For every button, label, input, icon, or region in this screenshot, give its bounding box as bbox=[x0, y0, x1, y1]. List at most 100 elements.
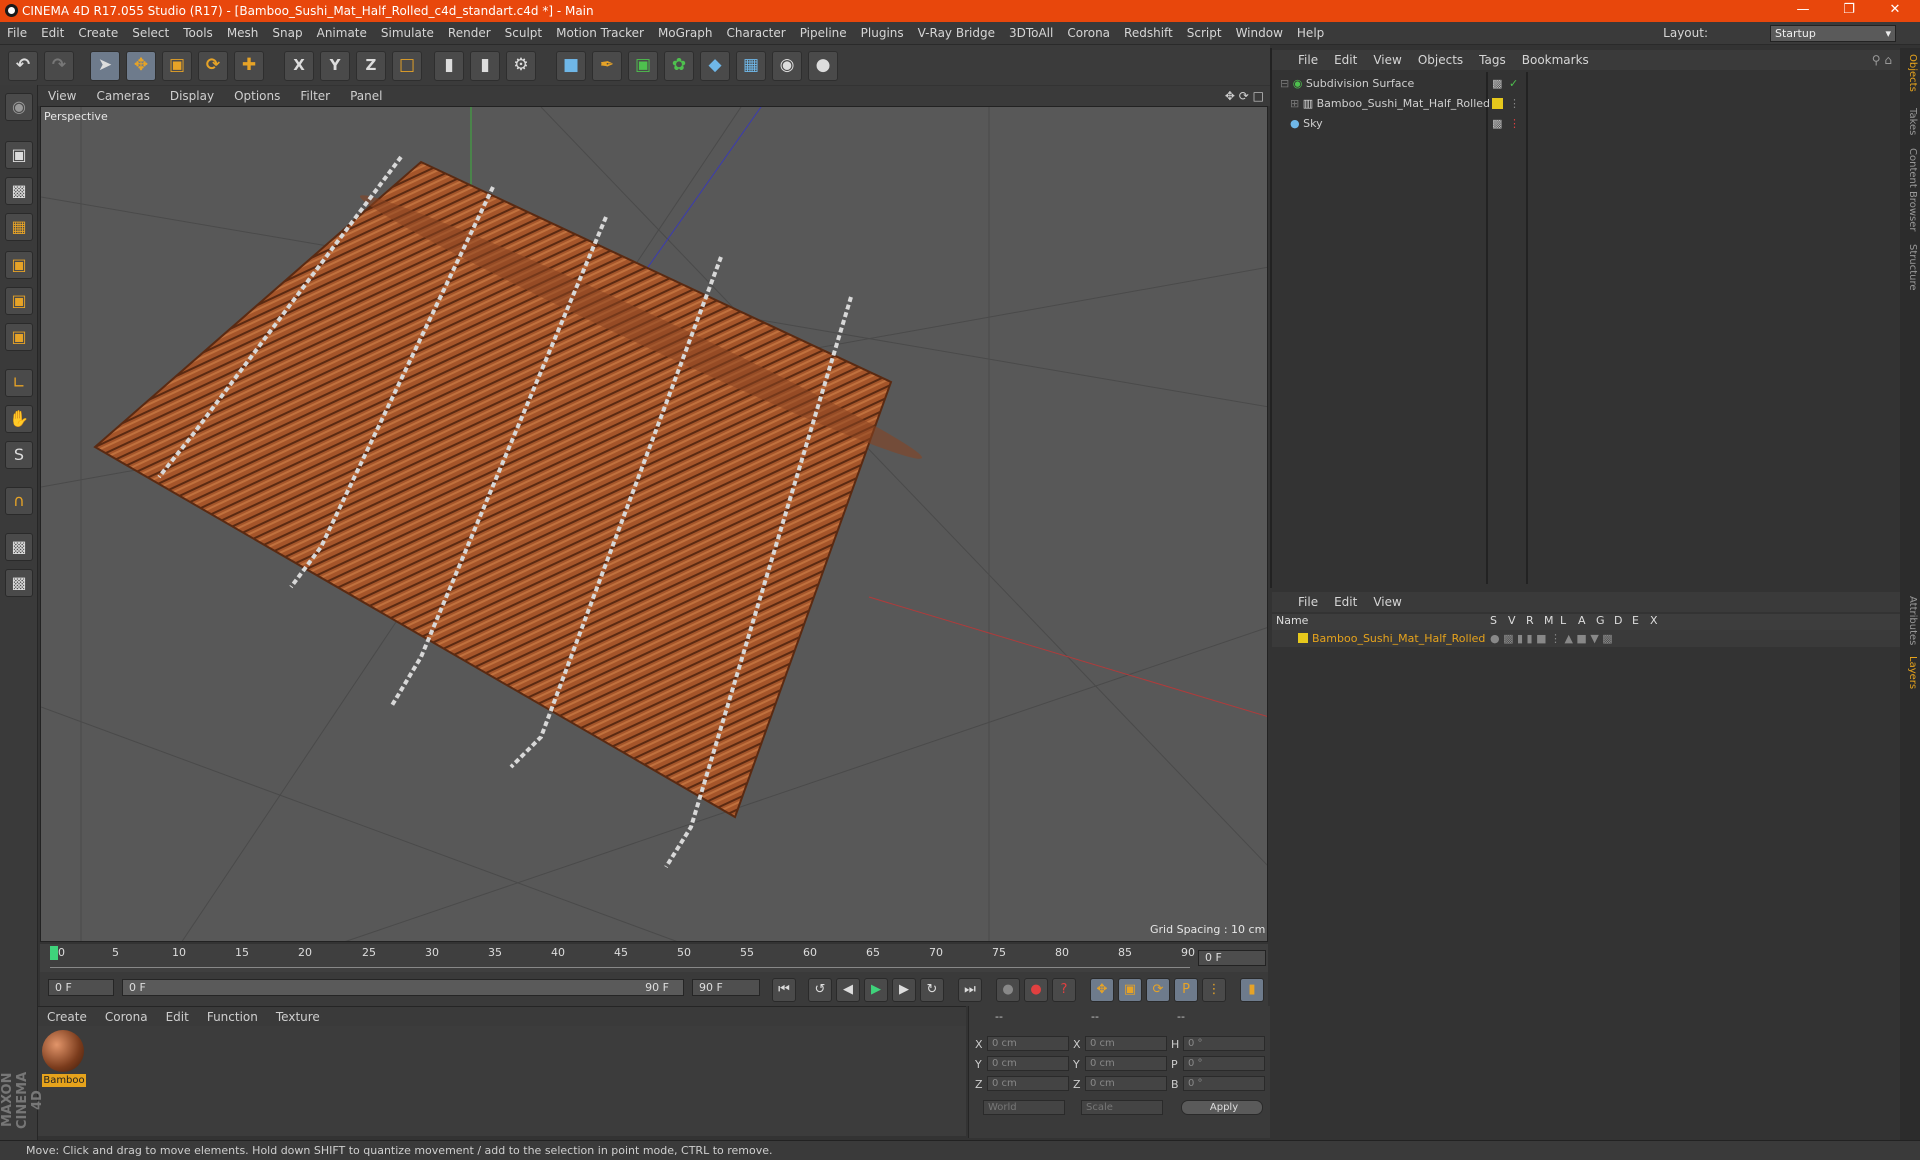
camera-icon[interactable]: ◉ bbox=[772, 51, 802, 81]
render-settings-icon[interactable]: ⚙ bbox=[506, 51, 536, 81]
menu-redshift[interactable]: Redshift bbox=[1117, 26, 1180, 40]
key-parameter-icon[interactable]: P bbox=[1174, 978, 1198, 1002]
tab-content-browser[interactable]: Content Browser bbox=[1902, 148, 1918, 231]
tab-takes[interactable]: Takes bbox=[1902, 108, 1918, 135]
layer-toggle-icons[interactable]: ● ▩ ▮ ▮ ■ ⋮ ▲ ■ ▼ ▩ bbox=[1490, 630, 1613, 647]
position-y-field[interactable]: 0 cm bbox=[987, 1056, 1069, 1071]
layer-color-swatch[interactable] bbox=[1298, 633, 1308, 643]
pen-spline-icon[interactable]: ✒ bbox=[592, 51, 622, 81]
tab-attributes[interactable]: Attributes bbox=[1902, 596, 1918, 645]
object-menu-tags[interactable]: Tags bbox=[1471, 53, 1514, 67]
end-frame-field[interactable]: 90 F bbox=[692, 979, 760, 996]
visibility-dots-icon[interactable]: ⋮ bbox=[1509, 94, 1520, 113]
object-row[interactable]: ⊞ ▥ Bamboo_Sushi_Mat_Half_Rolled ⋮ bbox=[1274, 94, 1896, 113]
viewport-menu-view[interactable]: View bbox=[38, 89, 86, 103]
snap-magnet-icon[interactable]: ∩ bbox=[5, 487, 33, 515]
bamboo-material-preview[interactable] bbox=[42, 1030, 84, 1072]
viewport-menu-filter[interactable]: Filter bbox=[290, 89, 340, 103]
tab-objects[interactable]: Objects bbox=[1902, 54, 1918, 92]
key-position-icon[interactable]: ✥ bbox=[1090, 978, 1114, 1002]
menu-corona[interactable]: Corona bbox=[1060, 26, 1117, 40]
close-icon[interactable]: ✕ bbox=[1872, 0, 1918, 22]
x-axis-lock-button[interactable]: X bbox=[284, 51, 314, 81]
viewport-menu-panel[interactable]: Panel bbox=[340, 89, 392, 103]
viewport-nav-icons[interactable]: ✥ ⟳ □ bbox=[1215, 89, 1270, 103]
edges-mode-icon[interactable]: ▣ bbox=[5, 287, 33, 315]
material-menu-corona[interactable]: Corona bbox=[96, 1010, 157, 1024]
layer-name[interactable]: Bamboo_Sushi_Mat_Half_Rolled bbox=[1312, 630, 1485, 647]
menu-pipeline[interactable]: Pipeline bbox=[793, 26, 854, 40]
frame-range-slider[interactable]: 0 F 90 F bbox=[122, 979, 684, 996]
menu-help[interactable]: Help bbox=[1290, 26, 1331, 40]
size-x-field[interactable]: 0 cm bbox=[1085, 1036, 1167, 1051]
viewport-menu-options[interactable]: Options bbox=[224, 89, 290, 103]
menu-edit[interactable]: Edit bbox=[34, 26, 71, 40]
solo-mode-icon[interactable]: S bbox=[5, 441, 33, 469]
rotation-b-field[interactable]: 0 ° bbox=[1183, 1076, 1265, 1091]
object-row[interactable]: ● Sky ▩ ⋮ bbox=[1274, 114, 1896, 133]
menu-render[interactable]: Render bbox=[441, 26, 498, 40]
previous-frame-icon[interactable]: ◀ bbox=[836, 978, 860, 1002]
scale-tool-icon[interactable]: ▣ bbox=[162, 51, 192, 81]
deformer-icon[interactable]: ◆ bbox=[700, 51, 730, 81]
move-tool-icon[interactable]: ✥ bbox=[126, 51, 156, 81]
viewport-menu-display[interactable]: Display bbox=[160, 89, 224, 103]
workplane-mode-icon[interactable]: ▦ bbox=[5, 213, 33, 241]
key-rotation-icon[interactable]: ⟳ bbox=[1146, 978, 1170, 1002]
select-arrow-icon[interactable]: ➤ bbox=[90, 51, 120, 81]
playhead[interactable] bbox=[50, 946, 58, 960]
coordinate-system-icon[interactable]: □ bbox=[392, 51, 422, 81]
autokey-icon[interactable]: ● bbox=[1024, 978, 1048, 1002]
key-pla-icon[interactable]: ⋮ bbox=[1202, 978, 1226, 1002]
menu-plugins[interactable]: Plugins bbox=[854, 26, 911, 40]
menu-sculpt[interactable]: Sculpt bbox=[498, 26, 549, 40]
enabled-check-icon[interactable]: ✓ bbox=[1509, 74, 1518, 93]
object-menu-edit[interactable]: Edit bbox=[1326, 53, 1365, 67]
go-to-end-icon[interactable]: ⏭ bbox=[958, 978, 982, 1002]
object-menu-objects[interactable]: Objects bbox=[1410, 53, 1471, 67]
layer-color-swatch[interactable] bbox=[1492, 98, 1503, 109]
next-frame-icon[interactable]: ▶ bbox=[892, 978, 916, 1002]
points-mode-icon[interactable]: ▣ bbox=[5, 251, 33, 279]
menu-mesh[interactable]: Mesh bbox=[220, 26, 266, 40]
rotate-tool-icon[interactable]: ⟳ bbox=[198, 51, 228, 81]
record-keys-disabled-icon[interactable]: ● bbox=[996, 978, 1020, 1002]
tree-collapse-icon[interactable]: ⊟ bbox=[1280, 77, 1289, 90]
menu-select[interactable]: Select bbox=[125, 26, 176, 40]
floor-icon[interactable]: ▦ bbox=[736, 51, 766, 81]
menu-motion-tracker[interactable]: Motion Tracker bbox=[549, 26, 651, 40]
timeline-window-icon[interactable]: ▮ bbox=[1240, 978, 1264, 1002]
redo-icon[interactable]: ↷ bbox=[44, 51, 74, 81]
key-scale-icon[interactable]: ▣ bbox=[1118, 978, 1142, 1002]
timeline-ruler[interactable]: 0 5 10 15 20 25 30 35 40 45 50 55 60 65 … bbox=[40, 944, 1268, 972]
menu-character[interactable]: Character bbox=[719, 26, 792, 40]
layer-menu-edit[interactable]: Edit bbox=[1326, 595, 1365, 609]
go-to-start-icon[interactable]: ⏮ bbox=[772, 978, 796, 1002]
visibility-icon[interactable]: ▩ bbox=[1492, 74, 1502, 93]
play-icon[interactable]: ▶ bbox=[864, 978, 888, 1002]
menu-tools[interactable]: Tools bbox=[176, 26, 220, 40]
layer-menu-file[interactable]: File bbox=[1290, 595, 1326, 609]
size-z-field[interactable]: 0 cm bbox=[1085, 1076, 1167, 1091]
cube-object-icon[interactable]: ■ bbox=[556, 51, 586, 81]
tree-expand-icon[interactable]: ⊞ bbox=[1290, 97, 1299, 110]
menu-simulate[interactable]: Simulate bbox=[374, 26, 441, 40]
material-menu-function[interactable]: Function bbox=[198, 1010, 267, 1024]
render-dots-icon[interactable]: ⋮ bbox=[1509, 114, 1520, 133]
cloner-icon[interactable]: ✿ bbox=[664, 51, 694, 81]
keyframe-selection-icon[interactable]: ? bbox=[1052, 978, 1076, 1002]
material-menu-texture[interactable]: Texture bbox=[267, 1010, 329, 1024]
perspective-viewport[interactable] bbox=[40, 106, 1268, 942]
object-name[interactable]: Subdivision Surface bbox=[1306, 77, 1414, 90]
menu-script[interactable]: Script bbox=[1180, 26, 1229, 40]
current-frame-field[interactable]: 0 F bbox=[1198, 950, 1266, 966]
y-axis-lock-button[interactable]: Y bbox=[320, 51, 350, 81]
menu-window[interactable]: Window bbox=[1229, 26, 1290, 40]
position-z-field[interactable]: 0 cm bbox=[987, 1076, 1069, 1091]
material-menu-edit[interactable]: Edit bbox=[157, 1010, 198, 1024]
planar-workplane-icon[interactable]: ▩ bbox=[5, 569, 33, 597]
menu-file[interactable]: File bbox=[0, 26, 34, 40]
size-mode-select[interactable]: Scale bbox=[1081, 1100, 1163, 1115]
object-name[interactable]: Bamboo_Sushi_Mat_Half_Rolled bbox=[1317, 97, 1490, 110]
material-menu-create[interactable]: Create bbox=[38, 1010, 96, 1024]
